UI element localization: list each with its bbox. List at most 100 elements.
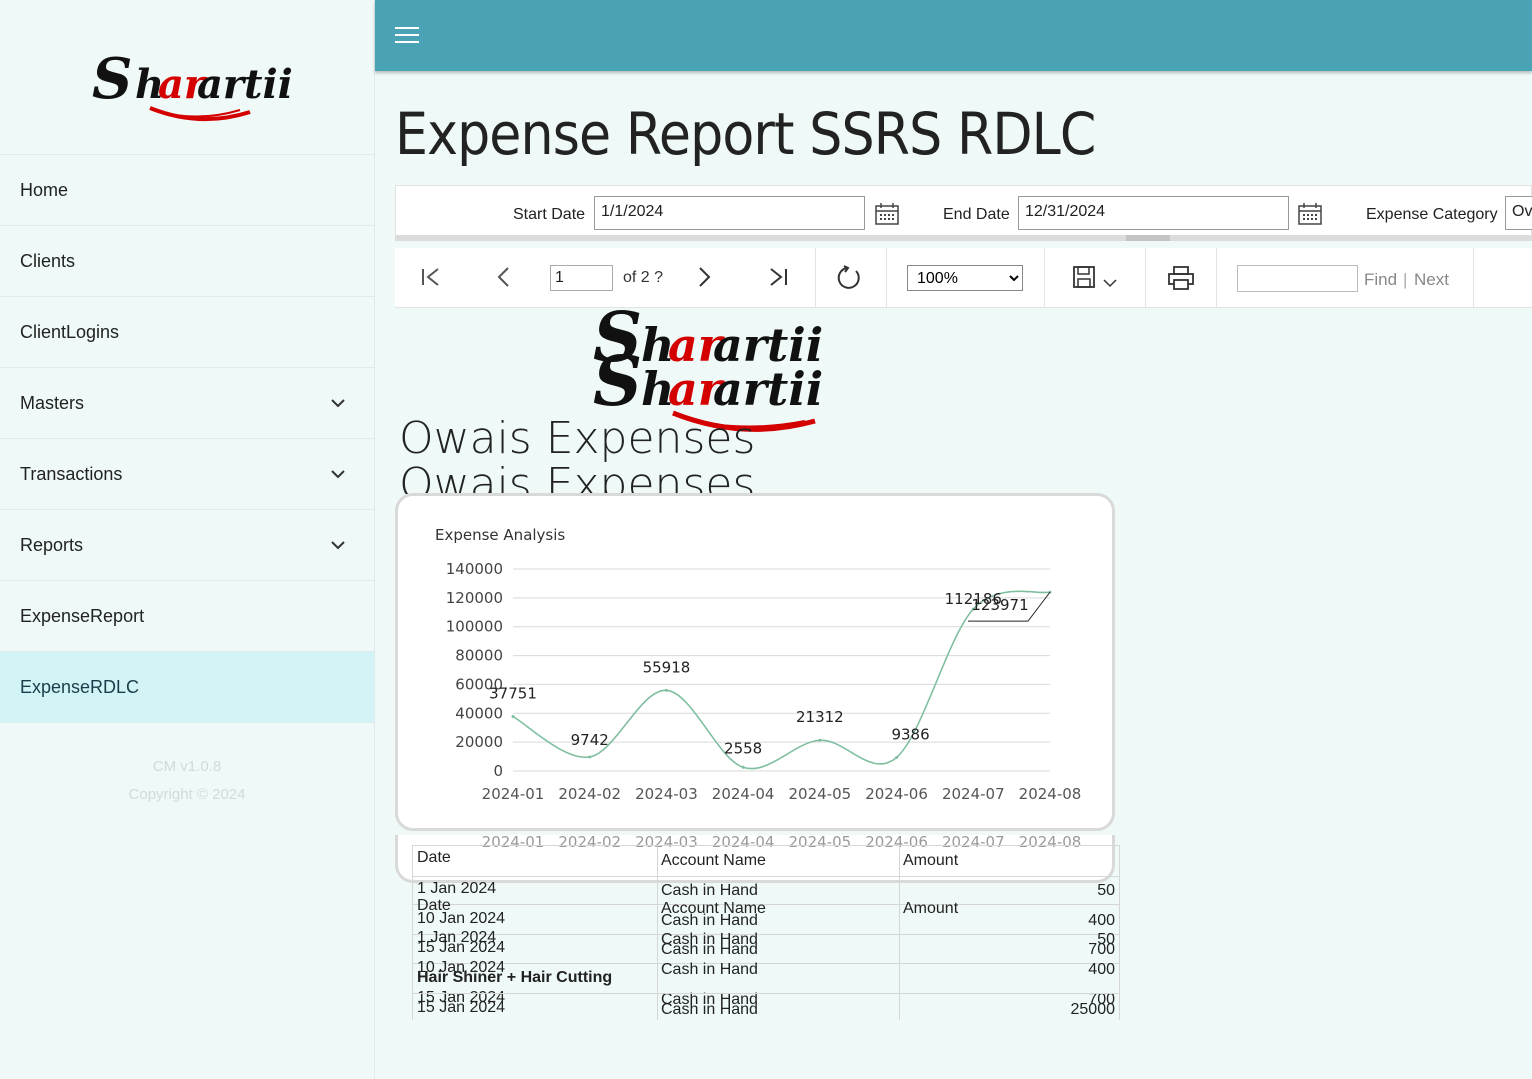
table-row-divider (412, 963, 1119, 964)
sidebar-item-label: ExpenseRDLC (20, 676, 140, 697)
y-tick-label: 120000 (446, 589, 503, 607)
refresh-icon[interactable] (836, 265, 862, 291)
table-row-divider (412, 993, 1119, 994)
table-cell-amount-ghost: 50 (1097, 931, 1115, 948)
last-page-icon[interactable] (767, 266, 789, 288)
table-row-divider (412, 934, 1119, 935)
expense-category-select[interactable]: Ov (1505, 196, 1532, 230)
brand-logo[interactable]: S h ar artii (0, 0, 374, 155)
x-tick-label-ghost: 2024-05 (789, 835, 852, 851)
svg-text:artii: artii (713, 362, 823, 416)
hamburger-icon[interactable] (395, 27, 419, 45)
table-row-divider (412, 845, 1119, 846)
report-title: Owais Expenses (399, 413, 756, 464)
first-page-icon[interactable] (420, 266, 442, 288)
table-header-account-ghost: Account Name (661, 900, 766, 917)
table-cell-account: Cash in Hand (661, 1001, 758, 1018)
x-tick-label: 2024-05 (789, 785, 852, 803)
next-page-icon[interactable] (693, 266, 715, 288)
previous-page-icon[interactable] (493, 266, 515, 288)
table-header-account: Account Name (661, 852, 766, 869)
x-tick-label-ghost: 2024-03 (635, 835, 698, 851)
data-label: 9742 (571, 731, 609, 749)
table-cell-account-ghost: Cash in Hand (661, 931, 758, 948)
print-icon[interactable] (1168, 266, 1194, 290)
x-tick-label: 2024-01 (482, 785, 545, 803)
table-cell-amount: 50 (1097, 882, 1115, 899)
chevron-down-icon[interactable] (330, 466, 346, 482)
table-header-date: Date (417, 849, 451, 866)
x-tick-label-ghost: 2024-07 (942, 835, 1005, 851)
find-input[interactable] (1237, 265, 1358, 292)
chevron-down-icon[interactable] (330, 395, 346, 411)
expense-chart: Expense Analysis 0 20000 40000 60000 80000 10… (395, 493, 1115, 831)
sidebar-item-expenserdlc[interactable]: ExpenseRDLC (0, 652, 374, 723)
table-cell-date: 1 Jan 2024 (417, 880, 497, 897)
table-header-amount: Amount (903, 852, 959, 869)
x-tick-label: 2024-06 (865, 785, 928, 803)
table-cell-amount-ghost: 400 (1088, 961, 1115, 978)
expense-chart-svg: Expense Analysis 02000040000600008000010… (435, 526, 1081, 803)
x-tick-label-ghost: 2024-06 (865, 835, 928, 851)
sidebar-item-clients[interactable]: Clients (0, 226, 374, 297)
sidebar-item-label: Reports (20, 534, 84, 555)
table-header-amount-ghost: Amount (903, 900, 959, 917)
sidebar-item-reports[interactable]: Reports (0, 510, 374, 581)
version-text: CM v1.0.8 (152, 758, 222, 775)
report-body: S h ar artii S h ar artii Owais Expenses… (395, 309, 1532, 1079)
table-cell-date: 15 Jan 2024 (417, 999, 506, 1016)
page-title: Expense Report SSRS RDLC (395, 100, 1096, 168)
sidebar-item-label: Transactions (20, 463, 123, 484)
end-date-input[interactable]: 12/31/2024 (1018, 196, 1289, 230)
sidebar-item-label: ExpenseReport (20, 605, 145, 626)
data-label: 55918 (643, 658, 691, 676)
sidebar-item-label: Masters (20, 392, 85, 413)
data-point (588, 755, 592, 759)
data-label: 21312 (796, 708, 844, 726)
chevron-down-icon[interactable] (1103, 278, 1117, 288)
data-label: 9386 (891, 725, 929, 743)
zoom-select[interactable]: 100% (907, 265, 1023, 291)
data-label: 37751 (489, 685, 537, 703)
calendar-icon[interactable] (875, 203, 899, 225)
sidebar-item-label: ClientLogins (20, 321, 120, 342)
sidebar-item-clientlogins[interactable]: ClientLogins (0, 297, 374, 368)
svg-text:artii: artii (197, 61, 293, 108)
data-point (741, 765, 745, 769)
data-label: 123971 (971, 596, 1028, 614)
sidebar-item-expensereport[interactable]: ExpenseReport (0, 581, 374, 652)
sidebar-item-label: Clients (20, 250, 76, 271)
calendar-icon[interactable] (1298, 203, 1322, 225)
y-tick-label: 80000 (455, 647, 503, 665)
start-date-input[interactable]: 1/1/2024 (594, 196, 865, 230)
table-cell-account-ghost: Cash in Hand (661, 961, 758, 978)
x-tick-label: 2024-03 (635, 785, 698, 803)
data-point (664, 688, 668, 692)
params-collapse-handle[interactable] (1126, 235, 1170, 241)
table-header-date-ghost: Date (417, 897, 451, 914)
save-icon[interactable] (1073, 266, 1095, 288)
page-count-text: of 2 ? (623, 269, 664, 286)
y-tick-label: 0 (493, 762, 503, 780)
group-header: Hair Shiner + Hair Cutting (417, 969, 613, 986)
start-date-label: Start Date (513, 206, 586, 223)
data-label: 2558 (724, 739, 762, 757)
x-tick-label: 2024-02 (558, 785, 621, 803)
next-button[interactable]: Next (1414, 270, 1449, 290)
table-cell-account: Cash in Hand (661, 882, 758, 899)
top-bar (375, 0, 1532, 71)
report-parameters: Start Date 1/1/2024 End Date 12/31/2024 … (395, 185, 1532, 241)
x-tick-label: 2024-04 (712, 785, 775, 803)
x-tick-label-ghost: 2024-04 (712, 835, 775, 851)
svg-text:S: S (92, 46, 132, 112)
table-cell-amount: 400 (1088, 912, 1115, 929)
table-row-divider (412, 876, 1119, 877)
chevron-down-icon[interactable] (330, 537, 346, 553)
find-button[interactable]: Find (1364, 270, 1397, 290)
data-point (895, 755, 899, 759)
svg-text:S: S (593, 342, 642, 422)
sidebar-item-transactions[interactable]: Transactions (0, 439, 374, 510)
sidebar-item-home[interactable]: Home (0, 155, 374, 226)
page-number-input[interactable]: 1 (550, 265, 613, 291)
sidebar-item-masters[interactable]: Masters (0, 368, 374, 439)
